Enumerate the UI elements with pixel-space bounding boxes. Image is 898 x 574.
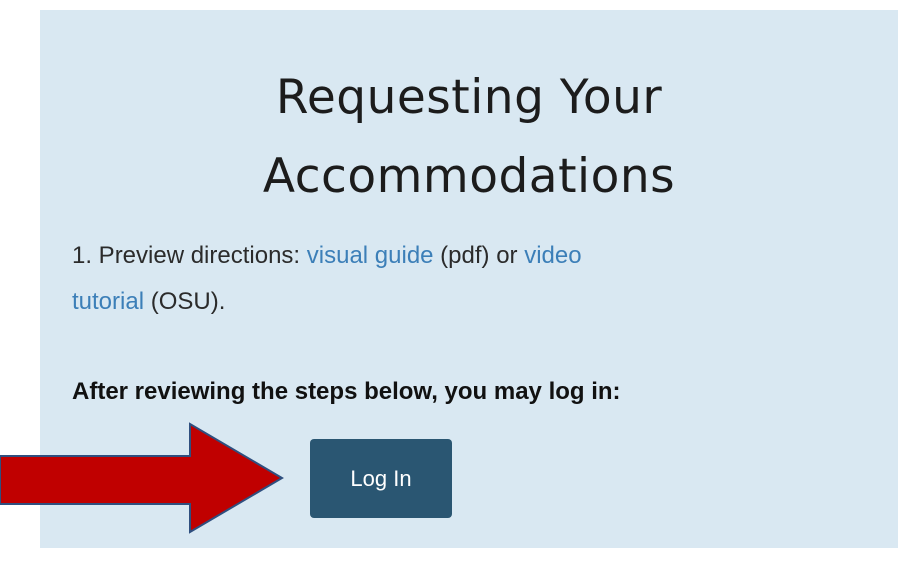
video-tutorial-link-part-2[interactable]: tutorial [72, 288, 144, 315]
page-title-line-2: Accommodations [262, 149, 676, 204]
red-arrow-shape [0, 422, 284, 534]
login-button[interactable]: Log In [310, 439, 452, 518]
video-tutorial-link-part-1[interactable]: video [524, 242, 581, 269]
step-suffix: (OSU). [144, 288, 226, 315]
red-arrow-icon [0, 422, 284, 534]
page-title-line-1: Requesting Your [275, 70, 663, 125]
login-instructions: After reviewing the steps below, you may… [72, 378, 621, 405]
visual-guide-link[interactable]: visual guide [307, 242, 434, 269]
screenshot-stage: Requesting Your Accommodations 1. Previe… [0, 0, 898, 574]
preview-directions-step: 1. Preview directions: visual guide (pdf… [72, 233, 872, 325]
step-middle-text: (pdf) or [433, 242, 525, 269]
step-prefix: 1. Preview directions: [72, 242, 307, 269]
page-title: Requesting Your Accommodations [40, 58, 898, 216]
